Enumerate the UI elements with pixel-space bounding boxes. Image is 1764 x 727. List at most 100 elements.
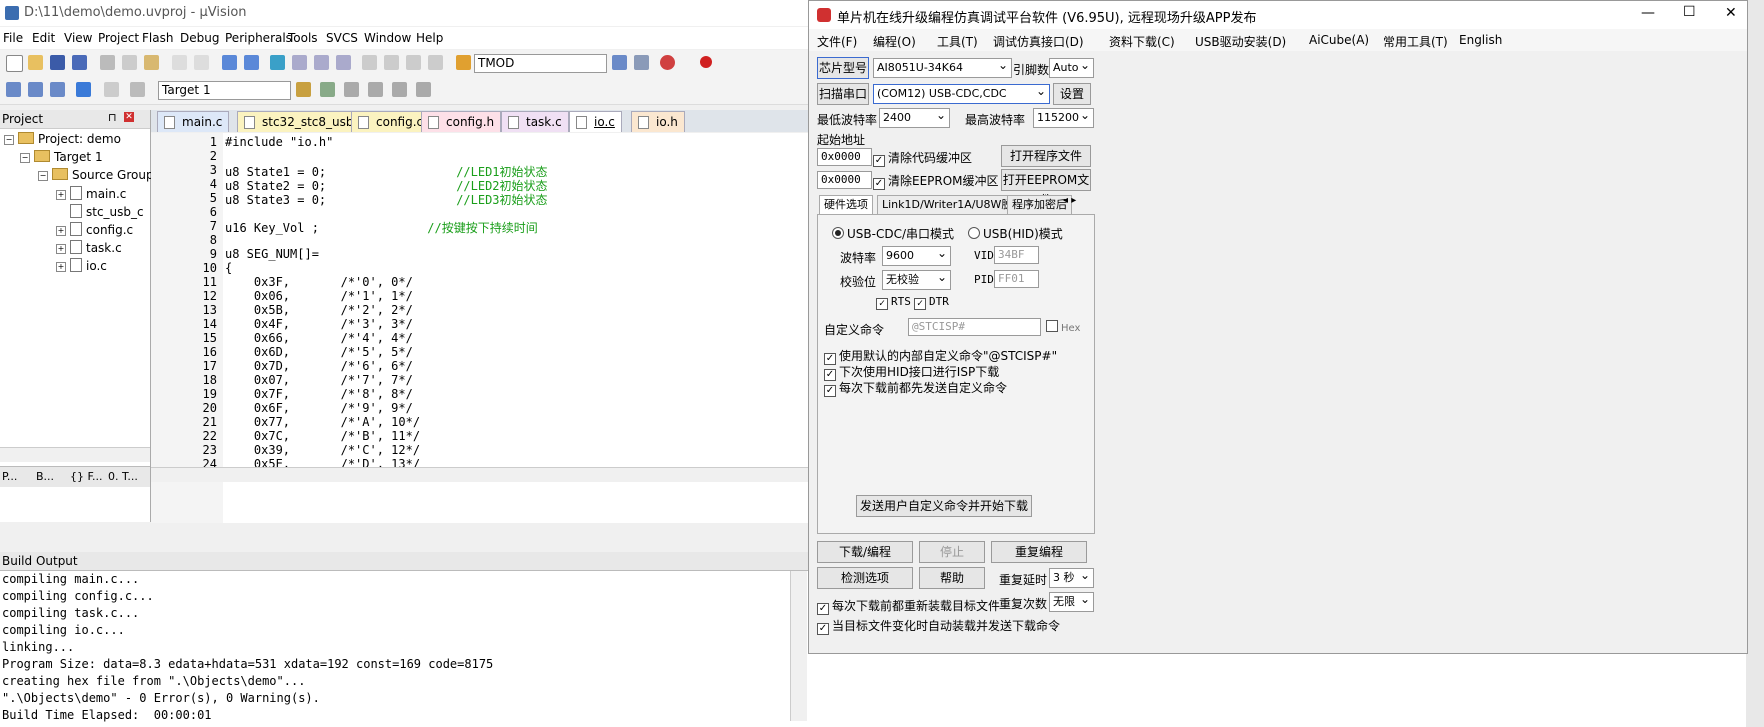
tab-books[interactable]: B... (36, 470, 54, 483)
mode-cdc-option[interactable]: USB-CDC/串口模式 (832, 225, 954, 242)
dtr-checkbox[interactable]: ✓ (914, 298, 926, 310)
chip-model-button[interactable]: 芯片型号 (817, 57, 869, 79)
stc-menu-english[interactable]: English (1459, 33, 1502, 47)
menu-help[interactable]: Help (416, 31, 443, 45)
rebuild-icon[interactable] (50, 82, 65, 97)
open-folder-icon[interactable] (28, 55, 43, 70)
send-custom-download-button[interactable]: 发送用户自定义命令并开始下载 (856, 495, 1032, 517)
clear-eeprom-checkbox[interactable]: ✓ (873, 178, 885, 190)
tree-file-config[interactable]: + config.c (56, 222, 133, 237)
select-pack-icon[interactable] (416, 82, 431, 97)
pin-count-select[interactable]: Auto (1049, 56, 1094, 78)
menu-file[interactable]: File (3, 31, 23, 45)
help-button[interactable]: 帮助 (919, 567, 985, 589)
editor-hscrollbar[interactable] (151, 467, 808, 482)
load-icon[interactable] (76, 82, 91, 97)
rts-checkbox[interactable]: ✓ (876, 298, 888, 310)
paste-icon[interactable] (144, 55, 159, 70)
menu-tools[interactable]: Tools (288, 31, 318, 45)
reload-checkbox[interactable]: ✓ (817, 603, 829, 615)
tab-io-h[interactable]: io.h (631, 111, 685, 132)
menu-peripherals[interactable]: Peripherals (225, 31, 292, 45)
auto-reload-on-change[interactable]: ✓ 当目标文件变化时自动装载并发送下载命令 (817, 617, 1060, 635)
clear-code-checkbox[interactable]: ✓ (873, 155, 885, 167)
pack-icon[interactable] (368, 82, 383, 97)
repeat-program-button[interactable]: 重复编程 (991, 541, 1087, 563)
vid-input[interactable]: 34BF (994, 246, 1039, 264)
menu-project[interactable]: Project (98, 31, 139, 45)
download-program-button[interactable]: 下载/编程 (817, 541, 913, 563)
tab-offline-writer[interactable]: Link1D/Writer1A/U8W脱机 (877, 195, 1029, 214)
check-options-button[interactable]: 检测选项 (817, 567, 913, 589)
hex-checkbox[interactable] (1046, 320, 1058, 332)
manage-icon[interactable] (344, 82, 359, 97)
clear-code-option[interactable]: ✓ 清除代码缓冲区 (873, 149, 972, 167)
stc-menu-program[interactable]: 编程(O) (873, 33, 916, 50)
cut-icon[interactable] (100, 55, 115, 70)
run-env-icon[interactable] (392, 82, 407, 97)
indent-icon[interactable] (362, 55, 377, 70)
new-file-icon[interactable] (6, 55, 23, 72)
save-icon[interactable] (50, 55, 65, 70)
project-hscrollbar[interactable] (0, 447, 150, 462)
stop-button[interactable]: 停止 (919, 541, 985, 563)
bookmark-next-icon[interactable] (314, 55, 329, 70)
scan-port-button[interactable]: 扫描串口 (817, 83, 869, 105)
tree-file-task[interactable]: + task.c (56, 240, 122, 255)
mode-hid-option[interactable]: USB(HID)模式 (968, 225, 1063, 242)
find-combo[interactable]: TMOD (474, 54, 607, 73)
minimize-button[interactable]: — (1641, 5, 1655, 21)
repeat-count-select[interactable]: 无限 (1049, 590, 1094, 612)
nav-forward-icon[interactable] (244, 55, 259, 70)
stc-menu-aicube[interactable]: AiCube(A) (1309, 33, 1369, 47)
uncomment-icon[interactable] (428, 55, 443, 70)
breakpoint-icon[interactable] (700, 56, 712, 68)
build-vscrollbar[interactable] (790, 571, 807, 721)
stc-menu-file[interactable]: 文件(F) (817, 33, 857, 50)
pin-icon[interactable]: ⊓ (108, 111, 117, 124)
tab-templates[interactable]: 0. T... (108, 470, 138, 483)
bookmark-clear-icon[interactable] (336, 55, 351, 70)
mode-cdc-radio[interactable] (832, 227, 844, 239)
menu-view[interactable]: View (64, 31, 92, 45)
translate-icon[interactable] (6, 82, 21, 97)
menu-debug[interactable]: Debug (180, 31, 219, 45)
tree-target[interactable]: − Target 1 (20, 150, 103, 164)
close-icon[interactable]: ✕ (124, 112, 134, 122)
clear-eeprom-option[interactable]: ✓ 清除EEPROM缓冲区 (873, 172, 999, 190)
maximize-button[interactable]: ☐ (1683, 4, 1696, 20)
stc-menu-usb-driver[interactable]: USB驱动安装(D) (1195, 33, 1286, 50)
tab-task-c[interactable]: task.c (501, 111, 569, 132)
build-icon[interactable] (28, 82, 43, 97)
opt-send-custom-checkbox[interactable]: ✓ (824, 385, 836, 397)
min-baud-select[interactable]: 2400 (879, 106, 950, 128)
download-icon[interactable] (130, 82, 145, 97)
target-select[interactable]: Target 1 (158, 81, 291, 100)
find-in-files-icon[interactable] (456, 55, 471, 70)
tab-config-c[interactable]: config.c (351, 111, 431, 132)
stc-menu-debug[interactable]: 调试仿真接口(D) (993, 33, 1084, 50)
bookmark-icon[interactable] (270, 55, 285, 70)
tree-file-stc-usb[interactable]: stc_usb_c (56, 204, 144, 219)
bookmark-prev-icon[interactable] (292, 55, 307, 70)
stc-menu-tools[interactable]: 工具(T) (937, 33, 978, 50)
parity-select[interactable]: 无校验 (882, 268, 951, 290)
tab-io-c[interactable]: io.c (569, 111, 622, 132)
tab-scroll-arrows[interactable]: ◂ ▸ (1063, 195, 1093, 211)
debug-start-icon[interactable] (660, 55, 675, 70)
nav-back-icon[interactable] (222, 55, 237, 70)
comment-icon[interactable] (406, 55, 421, 70)
addr1-input[interactable]: 0x0000 (817, 148, 872, 166)
tree-file-io[interactable]: + io.c (56, 258, 107, 273)
auto-reload-checkbox[interactable]: ✓ (817, 623, 829, 635)
tree-file-main[interactable]: + main.c (56, 186, 126, 201)
save-all-icon[interactable] (72, 55, 87, 70)
repeat-delay-select[interactable]: 3 秒 (1049, 566, 1094, 588)
tree-project[interactable]: − Project: demo (4, 132, 121, 146)
menu-edit[interactable]: Edit (32, 31, 55, 45)
chip-model-select[interactable]: AI8051U-34K64 (873, 56, 1012, 78)
close-button[interactable]: ✕ (1725, 5, 1737, 21)
dtr-option[interactable]: ✓ DTR (914, 295, 949, 310)
mode-hid-radio[interactable] (968, 227, 980, 239)
tab-project[interactable]: P... (2, 470, 17, 483)
